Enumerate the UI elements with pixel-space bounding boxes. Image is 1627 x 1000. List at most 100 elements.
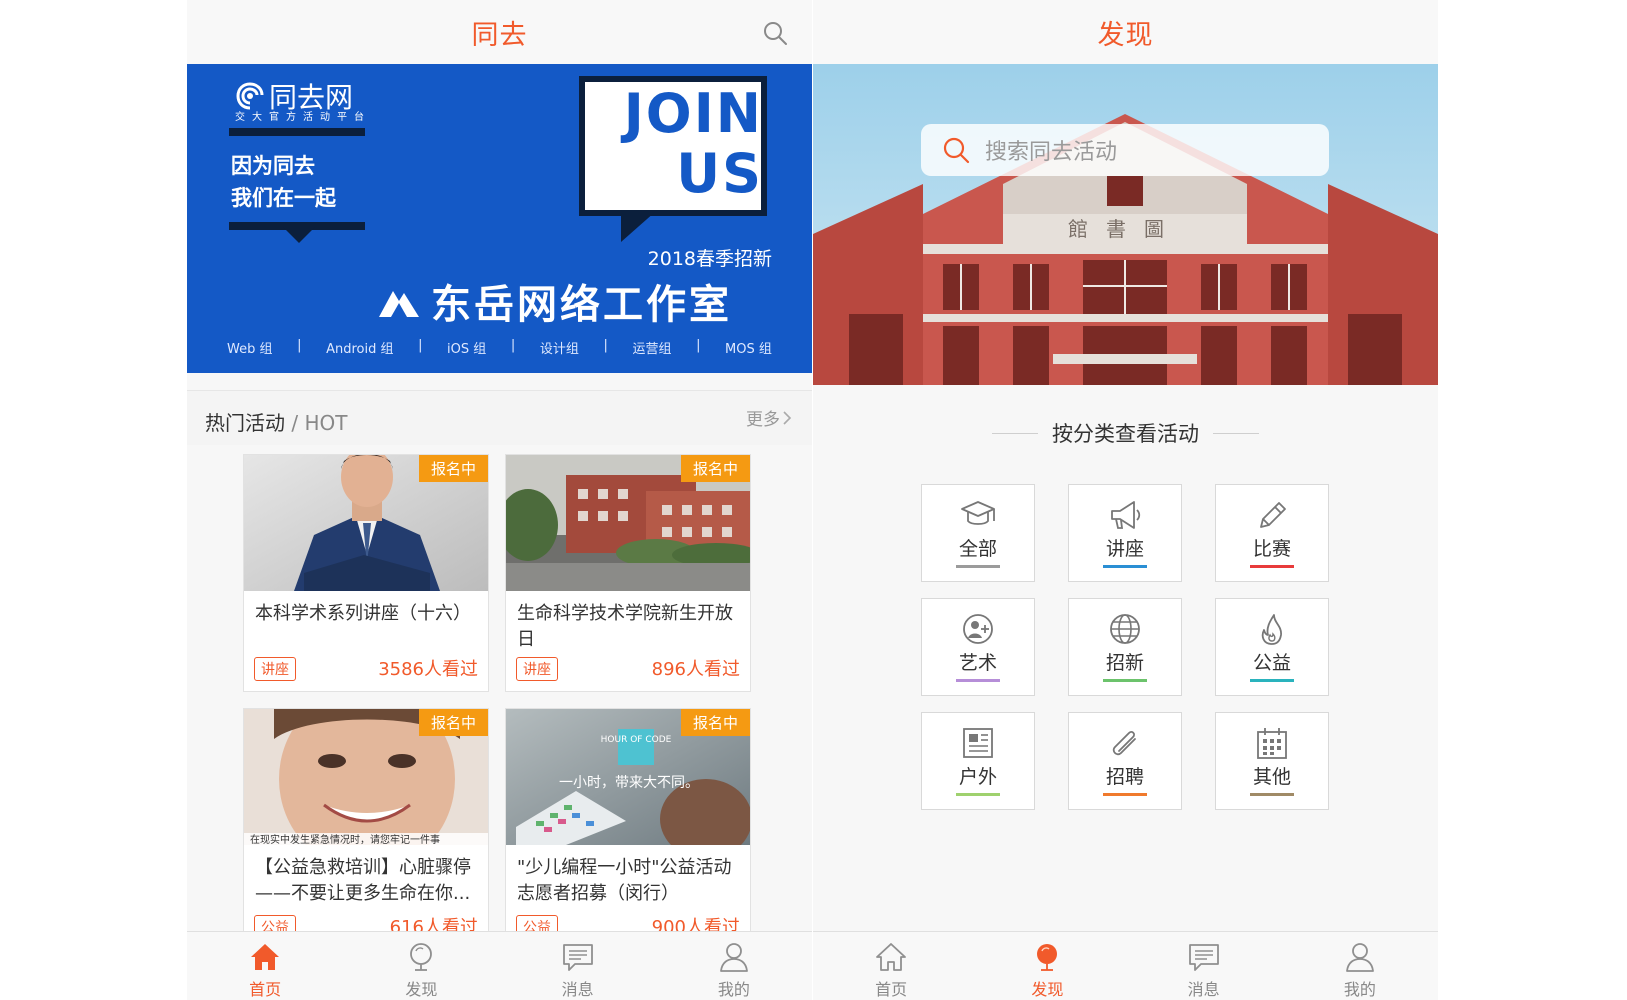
- slogan-line-2: 我们在一起: [231, 186, 336, 210]
- discover-navbar: 发现: [813, 0, 1438, 64]
- page-title: 发现: [1097, 19, 1154, 51]
- category-heading: 按分类查看活动: [813, 418, 1438, 448]
- tab-label: 消息: [1187, 980, 1220, 999]
- activity-card[interactable]: 报名中 本科学术系列讲座（十六） 讲座 3586人看过: [243, 454, 489, 692]
- group-item: Android 组: [326, 342, 394, 357]
- calendar-icon: [1257, 728, 1287, 759]
- category-label: 其他: [1252, 766, 1291, 788]
- search-input[interactable]: 搜索同去活动: [921, 124, 1329, 176]
- tab-messages[interactable]: 消息: [1126, 932, 1282, 1000]
- category-label: 讲座: [1105, 538, 1144, 560]
- card-title: 【公益急救培训】心脏骤停——不要让更多生命在你...: [255, 857, 471, 904]
- promo-banner[interactable]: 同去网 交大官方活动平台 因为同去 我们在一起 JOIN US 2018春季招新…: [187, 64, 812, 373]
- heading-divider: [1213, 432, 1259, 434]
- tab-messages[interactable]: 消息: [500, 932, 656, 1000]
- chevron-right-icon: [783, 410, 792, 425]
- category-underline: [1103, 565, 1147, 568]
- card-image: 报名中: [244, 455, 488, 591]
- category-label: 招聘: [1105, 766, 1144, 788]
- graduation-cap-icon: [961, 501, 995, 525]
- category-recruit-club[interactable]: 招新: [1068, 598, 1182, 696]
- tab-discover[interactable]: 发现: [343, 932, 499, 1000]
- category-other[interactable]: 其他: [1215, 712, 1329, 810]
- profile-icon: [719, 943, 748, 972]
- join-us-text: JOIN US: [591, 84, 763, 204]
- group-item: 运营组: [632, 342, 672, 357]
- category-label: 招新: [1105, 652, 1144, 674]
- banner-slogan: 因为同去 我们在一起: [231, 150, 336, 214]
- category-art[interactable]: 艺术: [921, 598, 1035, 696]
- home-screen: 同去 同去网 交大官方活动平台 因为同去 我们在一起 JOIN US 2018春…: [187, 0, 812, 1000]
- home-icon: [251, 944, 280, 970]
- tab-profile[interactable]: 我的: [1282, 932, 1438, 1000]
- category-charity[interactable]: 公益: [1215, 598, 1329, 696]
- category-jobs[interactable]: 招聘: [1068, 712, 1182, 810]
- slogan-arrow: [283, 227, 315, 243]
- activity-card[interactable]: 报名中 生命科学技术学院新生开放日 讲座 896人看过: [505, 454, 751, 692]
- tab-home[interactable]: 首页: [187, 932, 343, 1000]
- group-separator: |: [696, 338, 701, 353]
- card-image: 报名中: [506, 455, 750, 591]
- category-label: 艺术: [958, 652, 997, 674]
- group-item: Web 组: [227, 342, 273, 357]
- category-tag: 讲座: [254, 657, 296, 681]
- search-placeholder: 搜索同去活动: [985, 140, 1118, 165]
- category-label: 公益: [1252, 652, 1291, 674]
- status-badge: 报名中: [680, 455, 750, 482]
- category-underline: [1103, 679, 1147, 682]
- category-label: 户外: [958, 766, 997, 788]
- discover-icon: [410, 943, 433, 971]
- group-separator: |: [297, 338, 302, 353]
- tab-discover[interactable]: 发现: [969, 932, 1125, 1000]
- group-list: Web 组 | Android 组 | iOS 组 | 设计组 | 运营组 | …: [227, 338, 772, 357]
- heading-divider: [992, 432, 1038, 434]
- search-icon[interactable]: [762, 20, 788, 46]
- tab-bar: 首页 发现 消息 我的: [187, 931, 812, 1000]
- card-title: 本科学术系列讲座（十六）: [255, 603, 471, 624]
- tab-home[interactable]: 首页: [813, 932, 969, 1000]
- join-us-bubble-tail: [621, 212, 655, 242]
- category-lecture[interactable]: 讲座: [1068, 484, 1182, 582]
- tab-label: 我的: [717, 980, 750, 999]
- category-outdoor[interactable]: 户外: [921, 712, 1035, 810]
- view-count: 3586人看过: [378, 659, 478, 680]
- flame-icon: [1261, 614, 1282, 645]
- studio-name: 东岳网络工作室: [431, 282, 732, 328]
- join-text-line-1: JOIN: [623, 82, 763, 145]
- category-underline: [1250, 793, 1294, 796]
- palette-icon: [963, 614, 993, 644]
- discover-screen: 发现 館書圖 搜索同去活动 按分类查看活动 全部 讲座 比赛 艺术 招新 公益 …: [813, 0, 1438, 1000]
- message-icon: [1188, 944, 1219, 971]
- card-title: "少儿编程一小时"公益活动志愿者招募（闵行）: [517, 857, 732, 904]
- pencil-icon: [1260, 502, 1286, 528]
- document-icon: [963, 728, 993, 758]
- hot-subtitle: / HOT: [285, 411, 348, 435]
- card-image: HOUR OF CODE 一小时，带来大不同。 报名中: [506, 709, 750, 845]
- more-link[interactable]: 更多: [746, 405, 794, 430]
- category-all[interactable]: 全部: [921, 484, 1035, 582]
- discover-icon: [1037, 944, 1058, 971]
- category-label: 比赛: [1252, 538, 1291, 560]
- tab-label: 首页: [249, 980, 282, 999]
- globe-icon: [1110, 614, 1140, 644]
- group-item: 设计组: [539, 342, 579, 357]
- image-caption: 在现实中发生紧急情况时，请您牢记一件事: [250, 833, 440, 845]
- tab-label: 消息: [561, 980, 594, 999]
- image-caption: 一小时，带来大不同。: [559, 775, 699, 791]
- profile-icon: [1345, 943, 1374, 972]
- category-grid: 全部 讲座 比赛 艺术 招新 公益 户外 招聘 其他: [921, 484, 1329, 824]
- library-hero-image: 館書圖 搜索同去活动: [813, 64, 1438, 385]
- category-competition[interactable]: 比赛: [1215, 484, 1329, 582]
- building-sign: 館書圖: [1068, 217, 1182, 241]
- hot-section-header: 热门活动 / HOT 更多: [187, 390, 812, 445]
- category-underline: [956, 679, 1000, 682]
- group-separator: |: [418, 338, 423, 353]
- category-label: 全部: [958, 538, 997, 560]
- hot-title-text: 热门活动: [205, 411, 285, 435]
- megaphone-icon: [1111, 501, 1141, 529]
- tab-profile[interactable]: 我的: [656, 932, 812, 1000]
- activity-card[interactable]: HOUR OF CODE 一小时，带来大不同。 报名中 "少儿编程一小时"公益活…: [505, 708, 751, 944]
- home-navbar: 同去: [187, 0, 812, 64]
- join-text-line-2: US: [676, 142, 763, 205]
- activity-card[interactable]: 在现实中发生紧急情况时，请您牢记一件事 报名中 【公益急救培训】心脏骤停——不要…: [243, 708, 489, 944]
